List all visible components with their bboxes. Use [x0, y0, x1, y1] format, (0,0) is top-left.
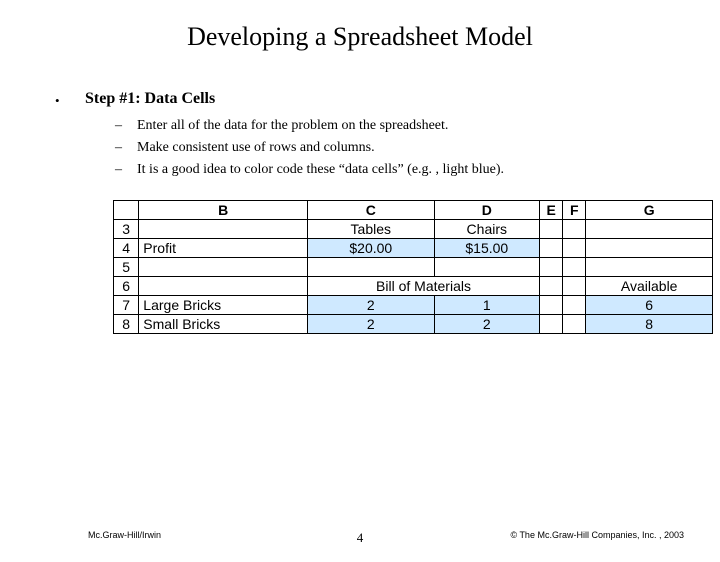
cell-data: 1 [434, 296, 539, 315]
cell: Profit [139, 239, 308, 258]
cell [540, 277, 563, 296]
spreadsheet-image: B C D E F G 3 Tables Chairs 4 Profit $20… [113, 200, 713, 334]
cell [586, 239, 713, 258]
cell: Chairs [434, 220, 539, 239]
cell [563, 239, 586, 258]
cell: Available [586, 277, 713, 296]
row-num: 7 [114, 296, 139, 315]
sub-bullet-1: Enter all of the data for the problem on… [115, 118, 665, 134]
sub-bullet-2: Make consistent use of rows and columns. [115, 140, 665, 156]
footer-right: © The Mc.Graw-Hill Companies, Inc. , 200… [510, 530, 684, 540]
table-row: 5 [114, 258, 713, 277]
table-row: 7 Large Bricks 2 1 6 [114, 296, 713, 315]
cell [434, 258, 539, 277]
cell [540, 220, 563, 239]
cell [540, 239, 563, 258]
bullet-dot: • [55, 90, 85, 112]
cell [586, 258, 713, 277]
cell [139, 277, 308, 296]
cell-data: $20.00 [308, 239, 435, 258]
cell: Large Bricks [139, 296, 308, 315]
cell-data: 2 [434, 315, 539, 334]
cell [540, 315, 563, 334]
cell [586, 220, 713, 239]
col-header-row: B C D E F G [114, 201, 713, 220]
cell [540, 296, 563, 315]
slide-body: • Step #1: Data Cells Enter all of the d… [0, 90, 720, 334]
cell [139, 258, 308, 277]
table-row: 3 Tables Chairs [114, 220, 713, 239]
slide-title: Developing a Spreadsheet Model [0, 22, 720, 52]
col-F: F [563, 201, 586, 220]
sub-bullets: Enter all of the data for the problem on… [55, 118, 665, 178]
row-num: 8 [114, 315, 139, 334]
cell-data: 2 [308, 315, 435, 334]
spreadsheet-table: B C D E F G 3 Tables Chairs 4 Profit $20… [113, 200, 713, 334]
cell-data: 8 [586, 315, 713, 334]
row-num: 5 [114, 258, 139, 277]
table-row: 4 Profit $20.00 $15.00 [114, 239, 713, 258]
col-D: D [434, 201, 539, 220]
cell-data: 2 [308, 296, 435, 315]
cell: Small Bricks [139, 315, 308, 334]
corner-cell [114, 201, 139, 220]
sub-bullet-3: It is a good idea to color code these “d… [115, 162, 665, 178]
row-num: 4 [114, 239, 139, 258]
row-num: 6 [114, 277, 139, 296]
cell [563, 220, 586, 239]
row-num: 3 [114, 220, 139, 239]
cell-data: 6 [586, 296, 713, 315]
table-row: 6 Bill of Materials Available [114, 277, 713, 296]
cell [563, 258, 586, 277]
cell: Bill of Materials [308, 277, 540, 296]
col-G: G [586, 201, 713, 220]
cell [139, 220, 308, 239]
col-C: C [308, 201, 435, 220]
table-row: 8 Small Bricks 2 2 8 [114, 315, 713, 334]
cell: Tables [308, 220, 435, 239]
cell [563, 315, 586, 334]
cell [563, 296, 586, 315]
bullet-step1: • Step #1: Data Cells [55, 90, 665, 112]
col-E: E [540, 201, 563, 220]
cell [308, 258, 435, 277]
cell [563, 277, 586, 296]
step-heading: Step #1: Data Cells [85, 90, 215, 108]
cell [540, 258, 563, 277]
col-B: B [139, 201, 308, 220]
cell-data: $15.00 [434, 239, 539, 258]
